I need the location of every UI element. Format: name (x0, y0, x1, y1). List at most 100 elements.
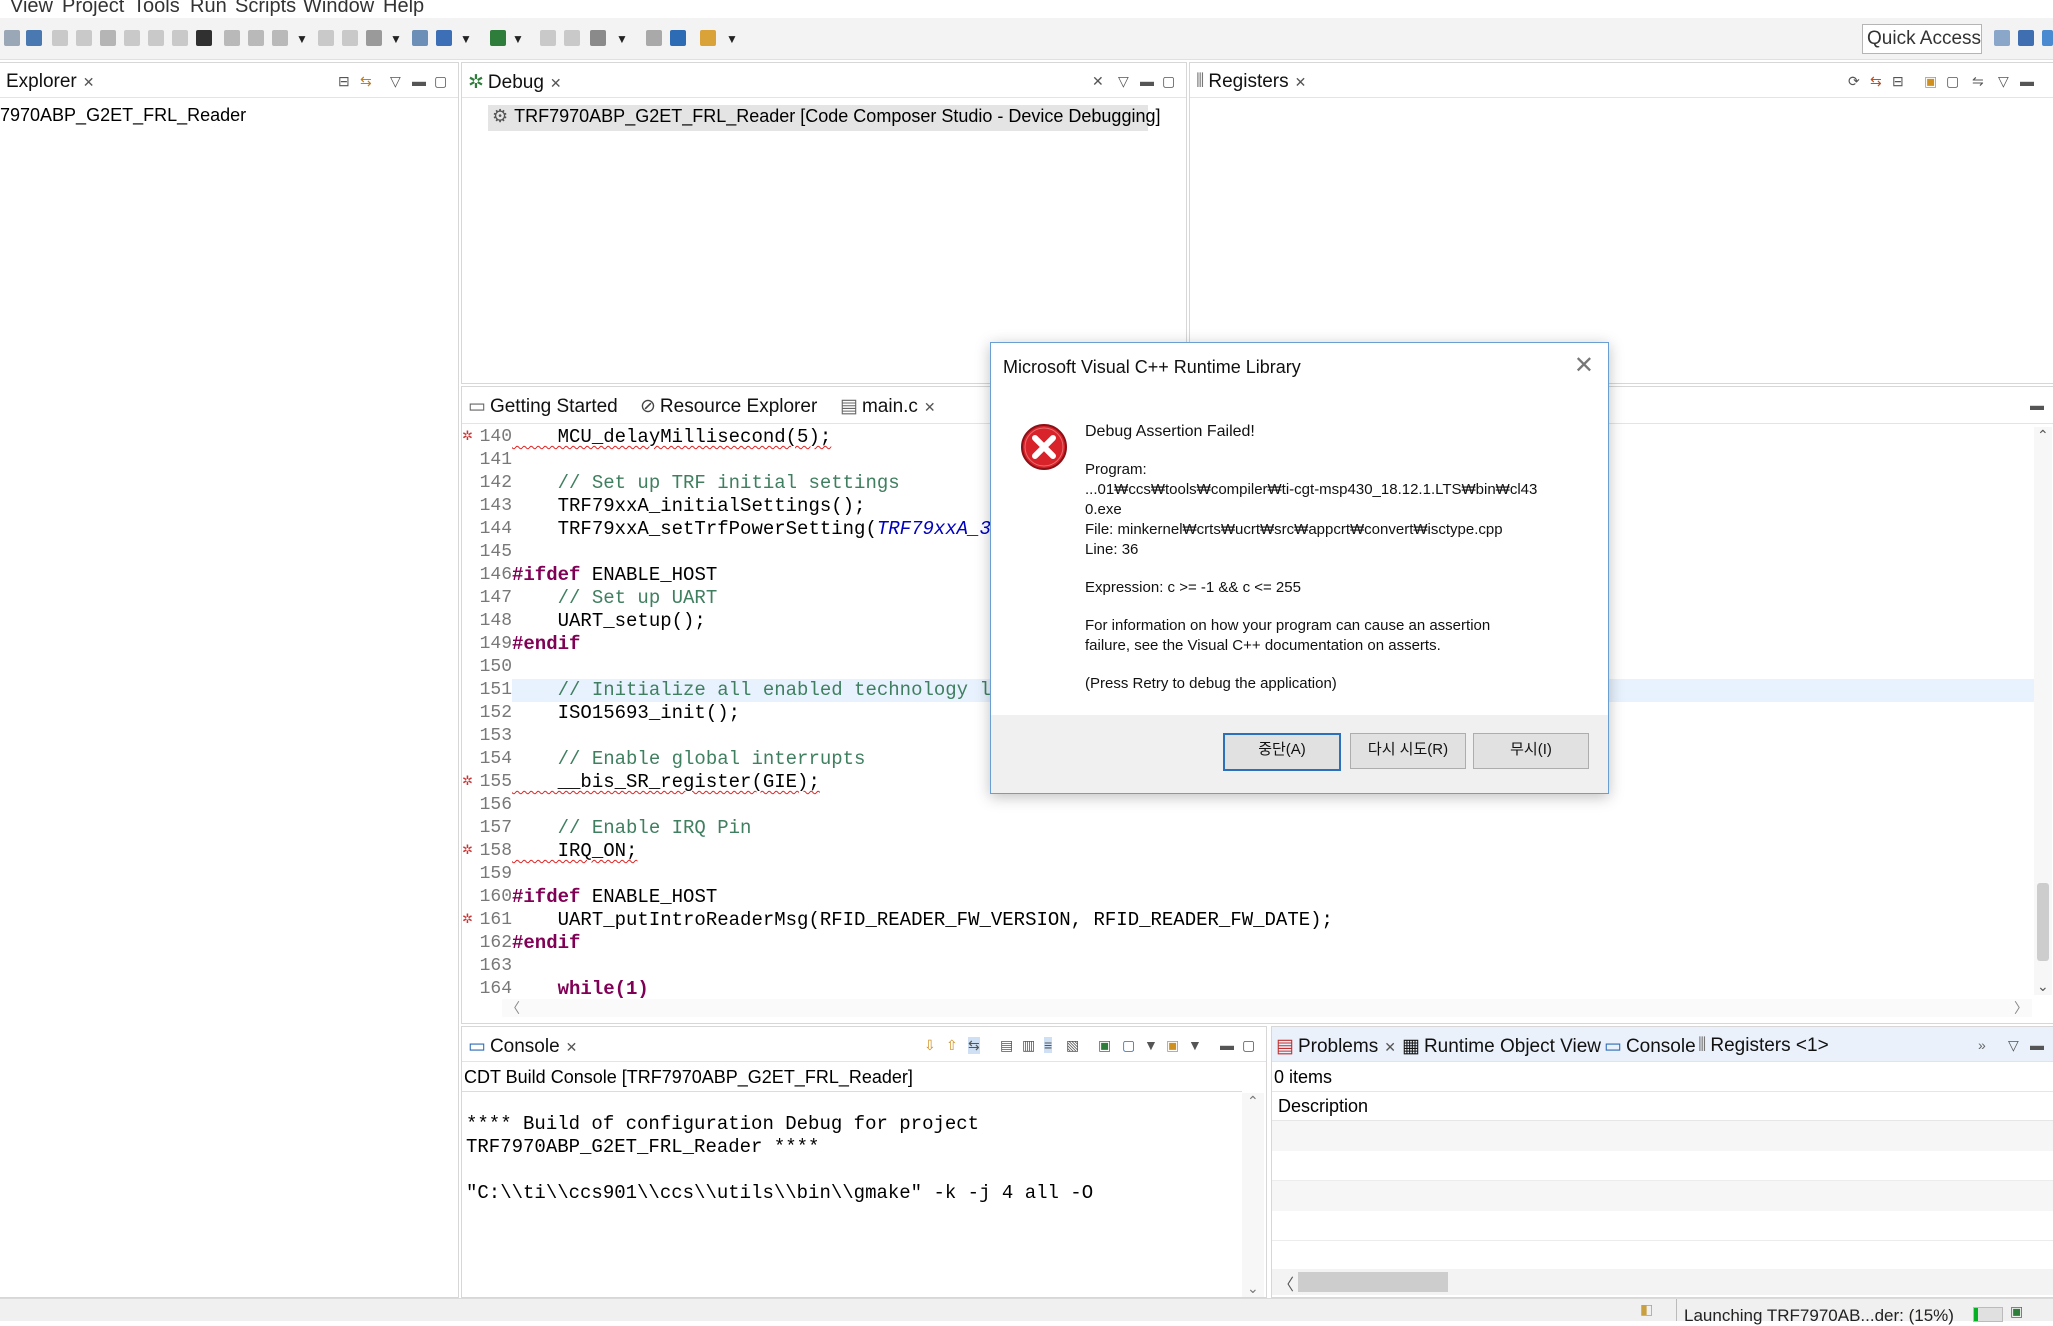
chevron-down-icon[interactable]: ▼ (726, 32, 738, 46)
edit-group-icon[interactable]: ▢ (1946, 73, 1959, 90)
sync-icon[interactable]: ⇋ (1972, 73, 1984, 90)
menu-window[interactable]: Window (303, 0, 374, 18)
debug-launch-icon[interactable] (490, 30, 506, 46)
abort-button[interactable]: 중단(A) (1223, 733, 1341, 771)
ignore-button[interactable]: 무시(I) (1473, 733, 1589, 769)
console-scrollbar[interactable]: ⌃ ⌄ (1242, 1093, 1264, 1297)
collapse-icon[interactable]: ⊟ (1892, 73, 1904, 90)
tab-runtime-object-view[interactable]: ▦ Runtime Object View (1402, 1035, 1601, 1058)
clear-console-icon[interactable]: ▤ (1000, 1037, 1013, 1054)
tab-problems[interactable]: ▤ Problems ✕ (1276, 1035, 1396, 1058)
pin-icon[interactable]: ⇆ (968, 1037, 980, 1054)
step-into-icon[interactable] (124, 30, 140, 46)
export-icon[interactable] (412, 30, 428, 46)
editor-horizontal-scrollbar[interactable]: 〈 〉 (502, 999, 2032, 1017)
chevron-down-icon[interactable]: ▼ (390, 32, 402, 46)
menu-tools[interactable]: Tools (133, 0, 180, 18)
new-icon[interactable] (4, 30, 20, 46)
tab-main-c[interactable]: ▤ main.c ✕ (840, 395, 936, 418)
resume-icon[interactable] (52, 30, 68, 46)
minimize-icon[interactable]: ▬ (2030, 397, 2044, 413)
menu-run[interactable]: Run (190, 0, 227, 18)
step-over-icon[interactable] (148, 30, 164, 46)
link-editor-icon[interactable]: ⇆ (360, 73, 372, 90)
save-icon[interactable] (26, 30, 42, 46)
overflow-icon[interactable]: » (1978, 1037, 1986, 1053)
description-column-header[interactable]: Description (1278, 1096, 1368, 1117)
open-console-icon[interactable]: ▣ (1098, 1037, 1111, 1054)
tab-explorer[interactable]: Explorer ✕ (6, 71, 94, 93)
tab-console[interactable]: ▭ Console ✕ (468, 1035, 577, 1058)
close-icon[interactable]: ✕ (1295, 74, 1307, 90)
minimize-icon[interactable]: ▬ (1220, 1037, 1234, 1053)
chevron-down-icon[interactable]: ▼ (460, 32, 472, 46)
restart-icon[interactable] (318, 30, 334, 46)
minimize-icon[interactable]: ▬ (1140, 73, 1154, 89)
scrollbar-thumb[interactable] (1298, 1272, 1448, 1292)
maximize-icon[interactable]: ▢ (1242, 1037, 1255, 1054)
tool-icon[interactable] (366, 30, 382, 46)
minimize-icon[interactable]: ▬ (2020, 73, 2034, 89)
chevron-up-icon[interactable]: ⌃ (1247, 1093, 1259, 1110)
quick-access-input[interactable]: Quick Access (1862, 24, 1982, 54)
close-icon[interactable]: ✕ (1384, 1039, 1396, 1055)
debug-bug-icon[interactable] (436, 30, 452, 46)
new-group-icon[interactable]: ▣ (1924, 73, 1937, 90)
tab-registers[interactable]: ⦀ Registers ✕ (1196, 71, 1306, 93)
new-console-icon[interactable]: ▣ (1166, 1037, 1179, 1054)
tab-resource-explorer[interactable]: ⊘ Resource Explorer (640, 395, 817, 418)
problems-horizontal-scrollbar[interactable]: 〈 (1272, 1269, 2053, 1295)
menu-view[interactable]: View (10, 0, 53, 18)
close-icon[interactable]: ✕ (1574, 351, 1594, 380)
link-icon[interactable] (248, 30, 264, 46)
chevron-down-icon[interactable]: ▼ (1144, 1037, 1158, 1053)
minimize-icon[interactable]: ▬ (412, 73, 426, 89)
retry-button[interactable]: 다시 시도(R) (1350, 733, 1466, 769)
chevron-down-icon[interactable]: ▼ (1188, 1037, 1202, 1053)
scroll-lock-icon[interactable]: ▥ (1022, 1037, 1035, 1054)
connect-icon[interactable] (224, 30, 240, 46)
step-return-icon[interactable] (172, 30, 188, 46)
memory-grid-icon[interactable] (196, 30, 212, 46)
search-icon[interactable] (670, 30, 686, 46)
minimize-icon[interactable]: ▬ (2030, 1037, 2044, 1053)
view-menu-icon[interactable]: ▽ (1998, 73, 2009, 90)
progress-view-icon[interactable]: ▣ (2010, 1303, 2023, 1320)
copy-icon[interactable]: ▧ (1066, 1037, 1079, 1054)
chevron-left-icon[interactable]: 〈 (506, 998, 520, 1018)
rocket-icon[interactable] (700, 30, 716, 46)
view-menu-icon[interactable]: ▽ (1118, 73, 1129, 90)
tab-registers-1[interactable]: ⦀ Registers <1> (1698, 1035, 1829, 1057)
menu-scripts[interactable]: Scripts (235, 0, 296, 18)
close-icon[interactable]: ✕ (924, 399, 936, 415)
scrollbar-thumb[interactable] (2037, 883, 2049, 961)
tab-getting-started[interactable]: ▭ Getting Started (468, 395, 618, 418)
close-icon[interactable]: ✕ (550, 75, 562, 91)
chevron-down-icon[interactable]: ▼ (512, 32, 524, 46)
menu-project[interactable]: Project (62, 0, 124, 18)
terminate-icon[interactable] (100, 30, 116, 46)
perspective-edit-icon[interactable] (2042, 30, 2053, 46)
debug-session-row[interactable]: ⚙ TRF7970ABP_G2ET_FRL_Reader [Code Compos… (488, 105, 1160, 131)
chevron-left-icon[interactable]: 〈 (1278, 1271, 1294, 1295)
chevron-down-icon[interactable]: ▼ (296, 32, 308, 46)
collapse-all-icon[interactable]: ⊟ (338, 73, 350, 90)
view-menu-icon[interactable]: ▽ (390, 73, 401, 90)
close-icon[interactable]: ✕ (566, 1039, 578, 1055)
chevron-down-icon[interactable]: ⌄ (2037, 978, 2049, 995)
maximize-icon[interactable]: ▢ (1162, 73, 1175, 90)
explorer-project-item[interactable]: 7970ABP_G2ET_FRL_Reader (0, 105, 246, 126)
arrow-down-icon[interactable]: ⇩ (924, 1037, 936, 1054)
word-wrap-icon[interactable]: ≡ (1044, 1037, 1053, 1053)
editor-vertical-scrollbar[interactable]: ⌃ ⌄ (2034, 427, 2052, 995)
open-type-icon[interactable] (646, 30, 662, 46)
menu-help[interactable]: Help (383, 0, 424, 18)
view-menu-icon[interactable]: ▽ (2008, 1037, 2019, 1054)
reset-icon[interactable] (342, 30, 358, 46)
tab-console-2[interactable]: ▭ Console (1604, 1035, 1696, 1058)
export-registers-icon[interactable]: ⇆ (1870, 73, 1882, 90)
close-icon[interactable]: ✕ (83, 74, 95, 90)
perspective-debug-icon[interactable] (2018, 30, 2034, 46)
step-asm-over-icon[interactable] (564, 30, 580, 46)
load-icon[interactable] (272, 30, 288, 46)
